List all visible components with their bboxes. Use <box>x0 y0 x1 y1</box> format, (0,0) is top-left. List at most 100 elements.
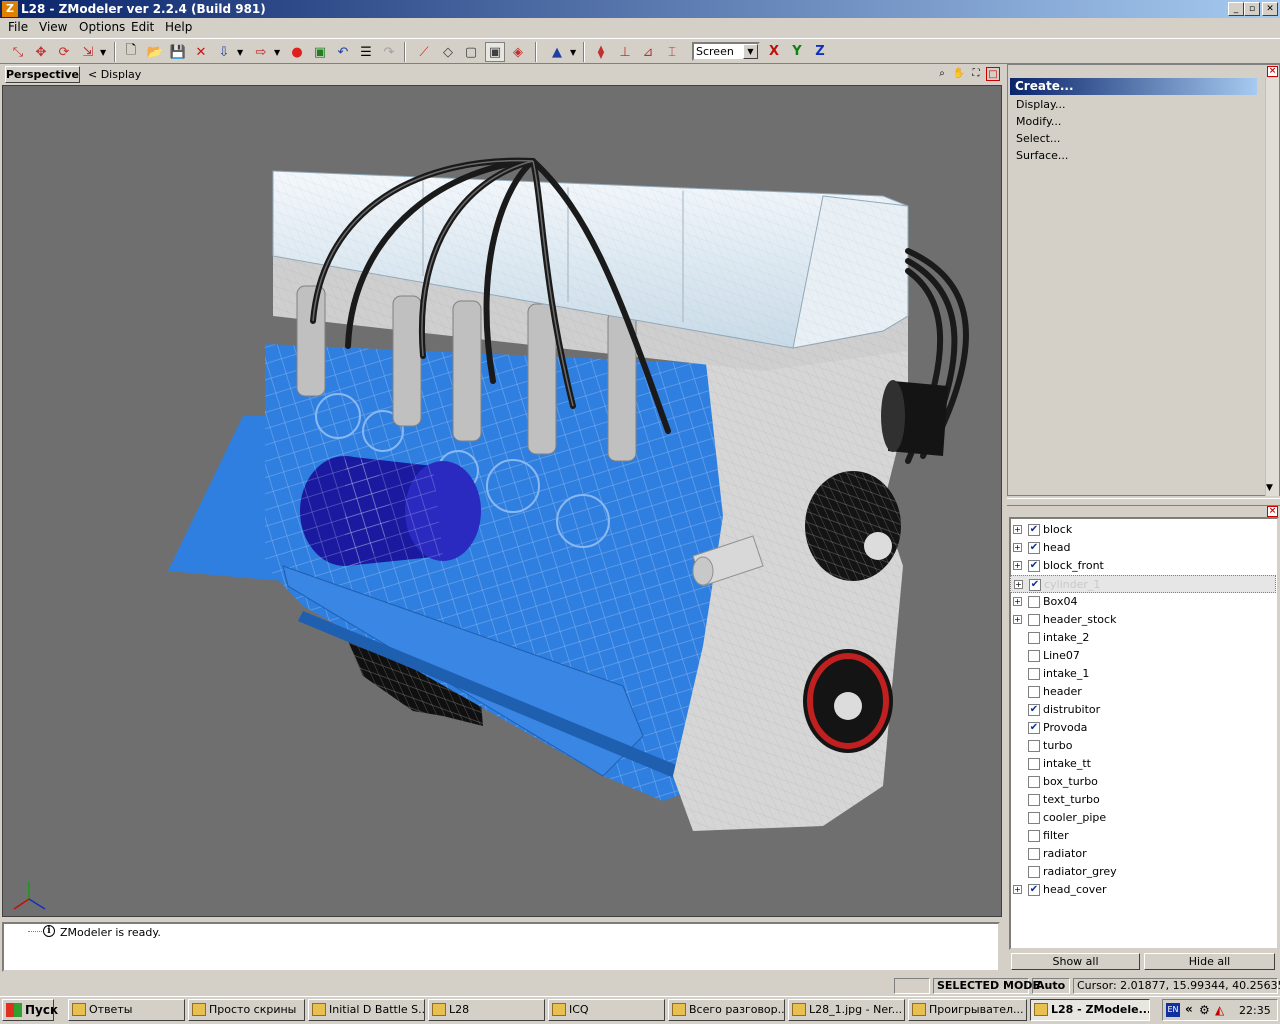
zoom-icon[interactable]: ⌕ <box>935 67 949 81</box>
close-button[interactable]: ✕ <box>1262 2 1278 16</box>
import-icon[interactable]: ⇩ <box>214 42 234 62</box>
object-row[interactable]: + Box04 <box>1010 593 1276 611</box>
chevron-down-icon[interactable]: ▼ <box>743 44 758 59</box>
object-row[interactable]: + ✔ block <box>1010 521 1276 539</box>
open-file-icon[interactable]: 📂 <box>145 42 165 62</box>
cube-mode-icon[interactable]: ◈ <box>508 42 528 62</box>
visibility-checkbox[interactable] <box>1028 632 1040 644</box>
expand-icon[interactable]: + <box>1013 543 1022 552</box>
export-dropdown-icon[interactable]: ▼ <box>274 42 282 62</box>
undo-icon[interactable]: ↶ <box>333 42 353 62</box>
maximize-button[interactable]: ▫ <box>1244 2 1260 16</box>
display-menu-item[interactable]: Display... <box>1016 98 1065 111</box>
close-panel-icon[interactable]: × <box>1267 66 1278 77</box>
snap-tool-icon[interactable]: ⧫ <box>591 42 611 62</box>
visibility-checkbox[interactable] <box>1028 686 1040 698</box>
visibility-checkbox[interactable]: ✔ <box>1028 524 1040 536</box>
align-tool-icon[interactable]: ⊿ <box>638 42 658 62</box>
taskbar-item[interactable]: Ответы <box>68 999 185 1021</box>
visibility-checkbox[interactable] <box>1028 740 1040 752</box>
taskbar-item[interactable]: L28_1.jpg - Ner... <box>788 999 905 1021</box>
move-tool-icon[interactable]: ✥ <box>31 42 51 62</box>
object-row[interactable]: + ✔ head_cover <box>1010 881 1276 899</box>
tray-expand-icon[interactable]: « <box>1185 1002 1193 1016</box>
axis-dropdown-icon[interactable]: ▼ <box>570 42 578 62</box>
start-button[interactable]: Пуск <box>2 999 58 1021</box>
rotate-tool-icon[interactable]: ⟳ <box>54 42 74 62</box>
taskbar-item[interactable]: Initial D Battle S... <box>308 999 425 1021</box>
panel-splitter[interactable] <box>1007 498 1280 506</box>
visibility-checkbox[interactable] <box>1028 866 1040 878</box>
visibility-checkbox[interactable] <box>1028 758 1040 770</box>
perspective-tab[interactable]: Perspective <box>5 66 80 83</box>
visibility-checkbox[interactable]: ✔ <box>1028 704 1040 716</box>
polygon-mode-icon[interactable]: ◇ <box>438 42 458 62</box>
taskbar-item[interactable]: ICQ <box>548 999 665 1021</box>
menu-edit[interactable]: Edit <box>131 20 154 34</box>
visibility-checkbox[interactable] <box>1028 650 1040 662</box>
expand-icon[interactable]: + <box>1013 597 1022 606</box>
taskbar-item[interactable]: L28 - ZModele... <box>1030 999 1150 1021</box>
surface-menu-item[interactable]: Surface... <box>1016 149 1068 162</box>
visibility-checkbox[interactable] <box>1028 830 1040 842</box>
taskbar-item[interactable]: Всего разговор... <box>668 999 785 1021</box>
visibility-checkbox[interactable] <box>1028 776 1040 788</box>
axis-tool-icon[interactable]: ▲ <box>547 42 567 62</box>
object-row[interactable]: filter <box>1010 827 1276 845</box>
object-row[interactable]: + ✔ block_front <box>1010 557 1276 575</box>
object-row[interactable]: + ✔ cylinder_1 <box>1010 575 1276 593</box>
record-icon[interactable]: ● <box>287 42 307 62</box>
visibility-checkbox[interactable] <box>1028 812 1040 824</box>
redo-icon[interactable]: ↷ <box>379 42 399 62</box>
export-icon[interactable]: ⇨ <box>251 42 271 62</box>
save-file-icon[interactable]: 💾 <box>168 42 188 62</box>
fit-icon[interactable]: ⛶ <box>969 67 983 81</box>
select-tool-icon[interactable]: ⤡ <box>8 42 28 62</box>
object-row[interactable]: cooler_pipe <box>1010 809 1276 827</box>
visibility-checkbox[interactable] <box>1028 614 1040 626</box>
object-row[interactable]: intake_2 <box>1010 629 1276 647</box>
visibility-checkbox[interactable] <box>1028 596 1040 608</box>
display-toggle[interactable]: < Display <box>88 68 141 81</box>
object-row[interactable]: Line07 <box>1010 647 1276 665</box>
axis-z-button[interactable]: Z <box>810 42 830 62</box>
visibility-checkbox[interactable] <box>1028 848 1040 860</box>
expand-icon[interactable]: + <box>1013 561 1022 570</box>
antivirus-icon[interactable]: ◭ <box>1215 1003 1224 1017</box>
panel-scrollbar[interactable] <box>1265 78 1279 496</box>
menu-help[interactable]: Help <box>165 20 192 34</box>
dropdown-arrow-icon[interactable]: ▼ <box>100 42 108 62</box>
taskbar-item[interactable]: Просто скрины <box>188 999 305 1021</box>
expand-icon[interactable]: + <box>1013 615 1022 624</box>
perspective-viewport[interactable] <box>2 85 1002 917</box>
object-row[interactable]: radiator_grey <box>1010 863 1276 881</box>
object-row[interactable]: + header_stock <box>1010 611 1276 629</box>
maximize-viewport-icon[interactable]: □ <box>986 67 1000 81</box>
object-mode-icon[interactable]: ▢ <box>461 42 481 62</box>
scroll-down-icon[interactable]: ▼ <box>1266 483 1273 493</box>
visibility-checkbox[interactable] <box>1028 794 1040 806</box>
scale-tool-icon[interactable]: ⇲ <box>78 42 98 62</box>
pan-icon[interactable]: ✋ <box>952 67 966 81</box>
axis-y-button[interactable]: Y <box>787 42 807 62</box>
object-row[interactable]: ✔ Provoda <box>1010 719 1276 737</box>
axis-x-button[interactable]: X <box>764 42 784 62</box>
render-icon[interactable]: ▣ <box>310 42 330 62</box>
expand-icon[interactable]: + <box>1013 525 1022 534</box>
object-row[interactable]: box_turbo <box>1010 773 1276 791</box>
object-row[interactable]: + ✔ head <box>1010 539 1276 557</box>
hide-all-button[interactable]: Hide all <box>1144 953 1275 970</box>
expand-icon[interactable]: + <box>1013 885 1022 894</box>
select-menu-item[interactable]: Select... <box>1016 132 1060 145</box>
taskbar-item[interactable]: L28 <box>428 999 545 1021</box>
object-row[interactable]: header <box>1010 683 1276 701</box>
menu-file[interactable]: File <box>8 20 28 34</box>
visibility-checkbox[interactable]: ✔ <box>1028 722 1040 734</box>
coordinate-space-select[interactable]: Screen ▼ <box>692 42 760 61</box>
visibility-checkbox[interactable]: ✔ <box>1028 560 1040 572</box>
pivot-tool-icon[interactable]: ⊥ <box>615 42 635 62</box>
import-dropdown-icon[interactable]: ▼ <box>237 42 245 62</box>
object-row[interactable]: intake_1 <box>1010 665 1276 683</box>
visibility-checkbox[interactable]: ✔ <box>1029 579 1041 591</box>
modify-menu-item[interactable]: Modify... <box>1016 115 1061 128</box>
